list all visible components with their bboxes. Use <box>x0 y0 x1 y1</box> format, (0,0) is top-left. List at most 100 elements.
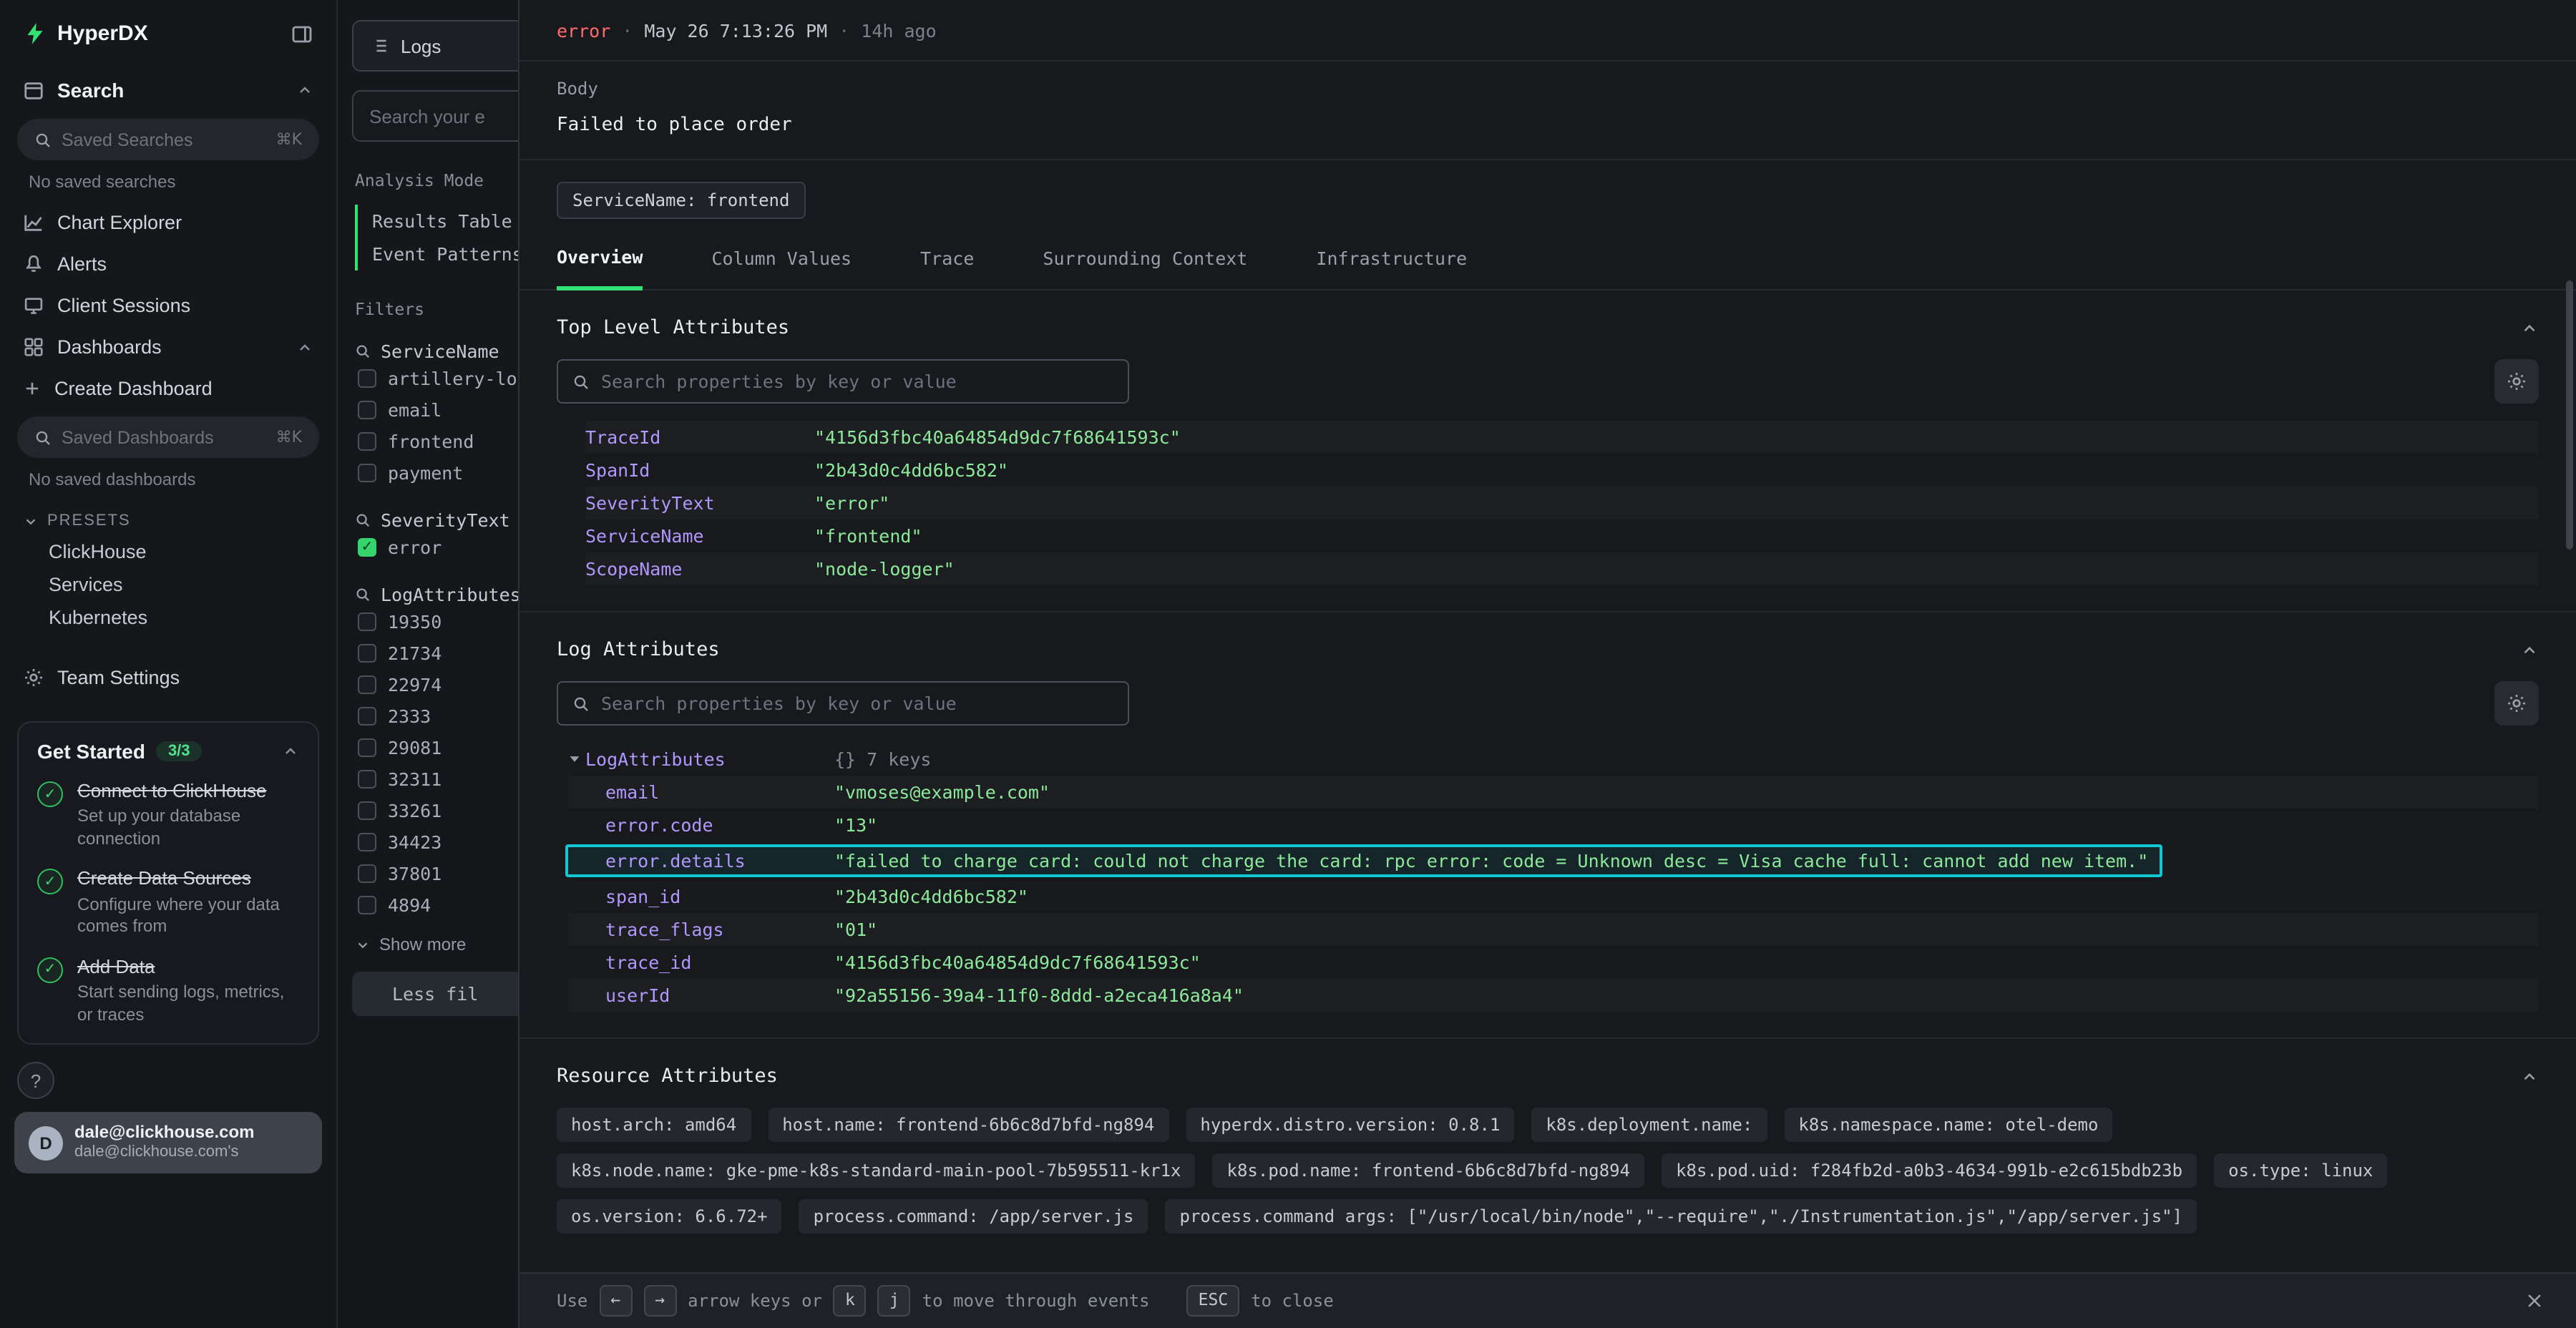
checkbox[interactable] <box>358 738 376 756</box>
presets-toggle[interactable]: PRESETS <box>0 499 336 535</box>
get-started-item-add-data[interactable]: ✓ Add Data Start sending logs, metrics, … <box>37 956 299 1027</box>
saved-dashboards-input[interactable] <box>62 427 266 447</box>
property-search-input[interactable] <box>601 371 1113 392</box>
attribute-key[interactable]: email <box>568 781 834 803</box>
caret-down-icon[interactable] <box>568 753 581 766</box>
attribute-row[interactable]: span_id"2b43d0c4dd6bc582" <box>568 880 2539 913</box>
checkbox[interactable] <box>358 706 376 725</box>
checkbox[interactable] <box>358 368 376 387</box>
checkbox[interactable] <box>358 864 376 882</box>
tab-surrounding-context[interactable]: Surrounding Context <box>1043 246 1247 289</box>
tab-trace[interactable]: Trace <box>920 246 974 289</box>
filter-option[interactable]: 21734 <box>352 637 518 668</box>
attribute-row[interactable]: email"vmoses@example.com" <box>568 776 2539 809</box>
less-filters-button[interactable]: Less fil <box>352 972 518 1016</box>
sidebar-item-client-sessions[interactable]: Client Sessions <box>0 285 336 326</box>
user-menu[interactable]: D dale@clickhouse.com dale@clickhouse.co… <box>14 1113 322 1174</box>
checkbox[interactable] <box>358 801 376 819</box>
attribute-value[interactable]: "2b43d0c4dd6bc582" <box>834 886 1028 907</box>
get-started-header[interactable]: Get Started 3/3 <box>37 740 299 763</box>
attribute-row[interactable]: TraceId"4156d3fbc40a64854d9dc7f68641593c… <box>585 421 2539 454</box>
resource-chip[interactable]: os.version: 6.6.72+ <box>557 1199 782 1234</box>
saved-searches-input[interactable] <box>62 130 266 150</box>
collapse-section-button[interactable] <box>2520 318 2539 337</box>
event-search[interactable] <box>352 90 518 142</box>
resource-chip[interactable]: k8s.pod.name: frontend-6b6c8d7bfd-ng894 <box>1213 1153 1645 1188</box>
help-button[interactable]: ? <box>17 1063 54 1100</box>
filter-option[interactable]: email <box>352 394 518 425</box>
checkbox[interactable] <box>358 463 376 482</box>
sidebar-item-preset-clickhouse[interactable]: ClickHouse <box>0 535 336 568</box>
resource-chip[interactable]: k8s.namespace.name: otel-demo <box>1784 1108 2112 1142</box>
resource-chip[interactable]: os.type: linux <box>2214 1153 2387 1188</box>
sidebar-item-search[interactable]: Search <box>0 69 336 112</box>
collapse-section-button[interactable] <box>2520 640 2539 659</box>
resource-chip[interactable]: k8s.node.name: gke-pme-k8s-standard-main… <box>557 1153 1196 1188</box>
resource-chip[interactable]: host.arch: amd64 <box>557 1108 751 1142</box>
filter-group-header[interactable]: ServiceName <box>352 341 518 362</box>
attribute-value[interactable]: "4156d3fbc40a64854d9dc7f68641593c" <box>834 952 1201 973</box>
checkbox[interactable] <box>358 400 376 419</box>
sidebar-item-create-dashboard[interactable]: Create Dashboard <box>0 368 336 409</box>
sidebar-item-team-settings[interactable]: Team Settings <box>0 657 336 698</box>
attribute-key[interactable]: trace_flags <box>568 919 834 940</box>
attribute-row[interactable]: userId"92a55156-39a4-11f0-8ddd-a2eca416a… <box>568 979 2539 1012</box>
attribute-value[interactable]: "vmoses@example.com" <box>834 781 1050 803</box>
sidebar-item-alerts[interactable]: Alerts <box>0 243 336 285</box>
filter-option[interactable]: artillery-loa <box>352 362 518 394</box>
checkbox-checked[interactable] <box>358 537 376 556</box>
source-selector[interactable]: Logs <box>352 20 518 72</box>
sidebar-item-dashboards[interactable]: Dashboards <box>0 326 336 368</box>
filter-option[interactable]: frontend <box>352 425 518 456</box>
attribute-key[interactable]: error.code <box>568 814 834 836</box>
checkbox[interactable] <box>358 612 376 630</box>
sidebar-collapse-button[interactable] <box>291 22 313 45</box>
resource-chip[interactable]: k8s.deployment.name: <box>1531 1108 1767 1142</box>
resource-chip[interactable]: process.command: /app/server.js <box>799 1199 1148 1234</box>
scrollbar-thumb[interactable] <box>2566 280 2573 550</box>
filter-option[interactable]: 4894 <box>352 889 518 920</box>
property-search[interactable] <box>557 359 1129 404</box>
attribute-row[interactable]: ScopeName"node-logger" <box>585 552 2539 585</box>
filter-option[interactable]: 32311 <box>352 763 518 794</box>
attribute-row[interactable]: ServiceName"frontend" <box>585 519 2539 552</box>
attribute-key[interactable]: ServiceName <box>585 525 814 547</box>
attribute-value[interactable]: "error" <box>814 492 889 514</box>
attribute-value[interactable]: "01" <box>834 919 877 940</box>
attribute-key[interactable]: userId <box>568 985 834 1006</box>
filter-option[interactable]: payment <box>352 456 518 488</box>
attribute-key[interactable]: SeverityText <box>585 492 814 514</box>
mode-event-patterns[interactable]: Event Patterns <box>358 238 518 270</box>
attribute-key[interactable]: TraceId <box>585 426 814 448</box>
attribute-value[interactable]: "4156d3fbc40a64854d9dc7f68641593c" <box>814 426 1181 448</box>
resource-chip[interactable]: process.command args: ["/usr/local/bin/n… <box>1166 1199 2197 1234</box>
attribute-key[interactable]: span_id <box>568 886 834 907</box>
tab-infrastructure[interactable]: Infrastructure <box>1316 246 1467 289</box>
mode-results-table[interactable]: Results Table <box>358 205 518 238</box>
attribute-value[interactable]: "13" <box>834 814 877 836</box>
attribute-key[interactable]: LogAttributes <box>585 748 726 770</box>
attribute-value[interactable]: "failed to charge card: could not charge… <box>834 850 2148 872</box>
filter-option[interactable]: 37801 <box>352 857 518 889</box>
attribute-value[interactable]: "node-logger" <box>814 558 955 580</box>
checkbox[interactable] <box>358 643 376 662</box>
attribute-row-highlighted[interactable]: error.details"failed to charge card: cou… <box>565 844 2162 877</box>
attribute-row[interactable]: SpanId"2b43d0c4dd6bc582" <box>585 454 2539 487</box>
show-more-toggle[interactable]: Show more <box>352 934 518 954</box>
get-started-item-sources[interactable]: ✓ Create Data Sources Configure where yo… <box>37 868 299 939</box>
resource-chip[interactable]: hyperdx.distro.version: 0.8.1 <box>1186 1108 1514 1142</box>
checkbox[interactable] <box>358 675 376 693</box>
attribute-key[interactable]: error.details <box>568 850 834 872</box>
attributes-settings-button[interactable] <box>2494 359 2539 404</box>
saved-dashboards-search[interactable]: ⌘K <box>17 416 319 458</box>
sidebar-item-preset-kubernetes[interactable]: Kubernetes <box>0 601 336 634</box>
filter-option[interactable]: 33261 <box>352 794 518 826</box>
property-search[interactable] <box>557 681 1129 726</box>
checkbox[interactable] <box>358 895 376 914</box>
attribute-key[interactable]: ScopeName <box>585 558 814 580</box>
checkbox[interactable] <box>358 769 376 788</box>
attribute-row[interactable]: trace_flags"01" <box>568 913 2539 946</box>
filter-option[interactable]: 34423 <box>352 826 518 857</box>
collapse-section-button[interactable] <box>2520 1067 2539 1085</box>
brand[interactable]: HyperDX <box>23 21 148 46</box>
